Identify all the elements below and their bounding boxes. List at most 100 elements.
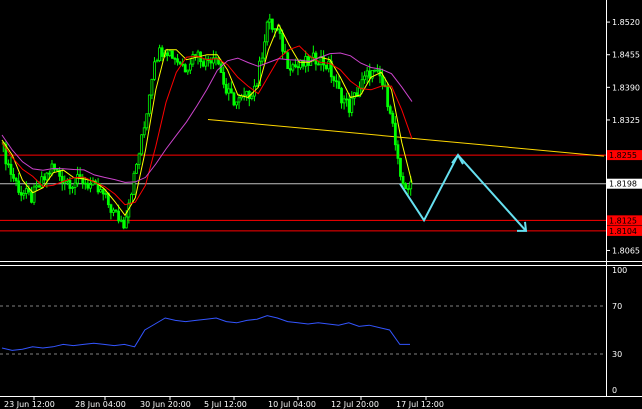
candle-body[interactable]	[350, 97, 354, 113]
candle-body[interactable]	[337, 81, 341, 89]
candle-body[interactable]	[137, 153, 141, 165]
candle-body[interactable]	[386, 86, 390, 108]
candle-body[interactable]	[347, 98, 351, 113]
candle-body[interactable]	[229, 88, 233, 94]
candle-body[interactable]	[171, 50, 174, 59]
candle-body[interactable]	[363, 75, 366, 81]
candle-body[interactable]	[73, 182, 77, 188]
candle-body[interactable]	[278, 28, 282, 34]
candle-body[interactable]	[201, 61, 205, 67]
candle-body[interactable]	[42, 176, 46, 181]
candle-body[interactable]	[17, 180, 21, 193]
candle-body[interactable]	[186, 69, 190, 73]
candle-body[interactable]	[30, 191, 33, 203]
candle-body[interactable]	[345, 98, 349, 101]
candle-body[interactable]	[83, 182, 87, 185]
candle-body[interactable]	[114, 209, 118, 212]
candle-body[interactable]	[168, 50, 172, 57]
candle-body[interactable]	[255, 85, 259, 88]
candle-body[interactable]	[268, 18, 272, 23]
candle-body[interactable]	[7, 163, 10, 166]
candle-body[interactable]	[342, 98, 346, 104]
candle-body[interactable]	[291, 64, 295, 71]
candle-body[interactable]	[376, 69, 379, 72]
candle-body[interactable]	[270, 18, 274, 30]
candle-body[interactable]	[160, 47, 164, 57]
candle-body[interactable]	[327, 60, 331, 70]
candle-body[interactable]	[209, 60, 213, 64]
candle-body[interactable]	[35, 185, 38, 188]
candle-body[interactable]	[406, 188, 410, 191]
candle-body[interactable]	[388, 106, 392, 114]
candle-body[interactable]	[48, 172, 51, 175]
candle-body[interactable]	[288, 68, 292, 71]
candle-body[interactable]	[89, 184, 92, 189]
candle-body[interactable]	[324, 64, 328, 70]
candle-body[interactable]	[183, 64, 187, 73]
candle-body[interactable]	[281, 32, 284, 52]
candle-body[interactable]	[165, 52, 169, 57]
candle-body[interactable]	[14, 177, 18, 182]
candle-body[interactable]	[37, 185, 41, 188]
candle-body[interactable]	[299, 59, 302, 69]
candle-body[interactable]	[352, 92, 356, 99]
candle-body[interactable]	[22, 193, 26, 196]
candle-body[interactable]	[112, 209, 115, 213]
candle-body[interactable]	[340, 88, 343, 104]
candle-body[interactable]	[317, 63, 320, 66]
candle-body[interactable]	[286, 52, 290, 70]
candle-body[interactable]	[250, 95, 254, 99]
candle-body[interactable]	[296, 66, 300, 69]
candle-body[interactable]	[101, 189, 105, 195]
candle-body[interactable]	[32, 186, 36, 203]
candle-body[interactable]	[265, 21, 269, 43]
candle-body[interactable]	[373, 69, 377, 72]
candle-body[interactable]	[142, 127, 146, 136]
candle-body[interactable]	[365, 70, 369, 77]
candle-body[interactable]	[219, 63, 223, 73]
candle-body[interactable]	[153, 61, 156, 80]
candle-body[interactable]	[332, 76, 336, 82]
candle-body[interactable]	[227, 88, 231, 94]
candle-body[interactable]	[173, 57, 177, 60]
candle-body[interactable]	[140, 134, 144, 155]
candle-body[interactable]	[104, 193, 108, 195]
candle-body[interactable]	[132, 172, 136, 195]
candle-body[interactable]	[188, 63, 192, 71]
candle-body[interactable]	[135, 163, 138, 174]
candle-body[interactable]	[99, 189, 103, 193]
candle-body[interactable]	[150, 78, 154, 96]
candle-body[interactable]	[368, 70, 372, 79]
candle-body[interactable]	[237, 97, 241, 103]
candle-body[interactable]	[68, 179, 72, 189]
candle-body[interactable]	[235, 101, 238, 106]
candle-body[interactable]	[158, 47, 161, 61]
candle-body[interactable]	[71, 187, 74, 189]
candle-body[interactable]	[360, 79, 364, 89]
candle-body[interactable]	[155, 60, 159, 63]
candle-body[interactable]	[335, 80, 338, 83]
candle-body[interactable]	[12, 174, 15, 179]
candle-body[interactable]	[232, 92, 236, 106]
candle-body[interactable]	[176, 58, 179, 63]
candle-body[interactable]	[86, 182, 90, 189]
candle-body[interactable]	[130, 193, 133, 204]
trendline[interactable]	[207, 118, 605, 157]
candle-body[interactable]	[147, 94, 151, 115]
candle-body[interactable]	[263, 41, 267, 59]
candle-body[interactable]	[178, 61, 182, 65]
candle-body[interactable]	[119, 219, 123, 222]
candle-body[interactable]	[55, 168, 59, 171]
candle-body[interactable]	[76, 174, 79, 184]
candle-body[interactable]	[109, 204, 113, 213]
candle-body[interactable]	[117, 210, 120, 222]
candle-body[interactable]	[124, 216, 128, 229]
price-chart[interactable]: 1.8520 1.8455 1.8390 1.8325 1.8255 1.8198 1.81…	[0, 0, 642, 409]
candle-body[interactable]	[260, 57, 264, 62]
candle-body[interactable]	[122, 219, 126, 229]
candle-body[interactable]	[404, 183, 407, 190]
candle-body[interactable]	[222, 72, 226, 85]
candle-body[interactable]	[224, 83, 228, 94]
candle-body[interactable]	[294, 64, 297, 68]
candle-body[interactable]	[273, 28, 277, 30]
